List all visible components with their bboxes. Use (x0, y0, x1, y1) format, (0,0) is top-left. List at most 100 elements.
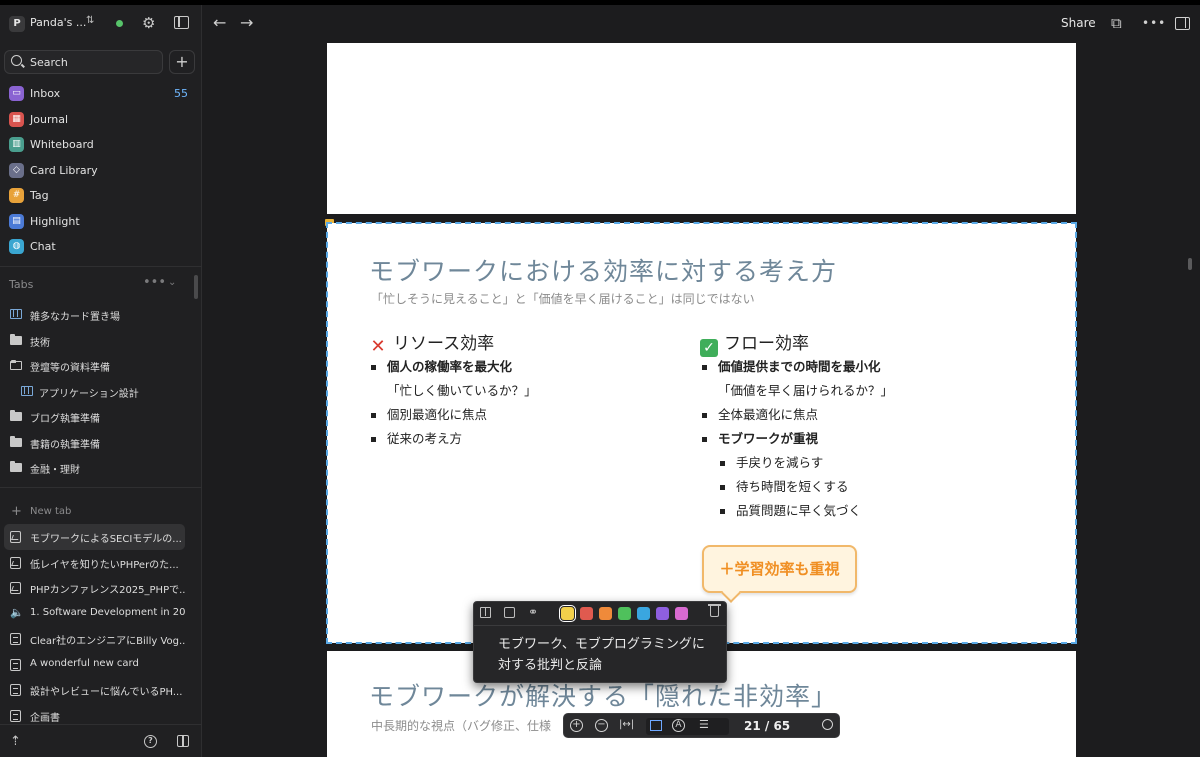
pinned-tab[interactable]: アプリケーション設計 (0, 379, 202, 405)
unread-count-badge: 55 (174, 87, 188, 100)
sidebar-item-label: Highlight (30, 214, 80, 228)
color-swatch[interactable] (599, 607, 612, 620)
pinned-tab-label: ブログ執筆準備 (30, 414, 100, 425)
canvas-scrollbar[interactable] (1188, 258, 1192, 270)
zoom-out-icon[interactable]: − (595, 719, 608, 732)
highlight-popup: ⚭ モブワーク、モブプログラミングに対する批判と反論 (473, 601, 727, 683)
workspace-switcher[interactable]: P Panda's ... ⇅ ⚙ (0, 11, 202, 37)
pinned-tab[interactable]: ブログ執筆準備 (0, 404, 202, 430)
slide-subtitle: 「忙しそうに見えること」と「価値を早く届けること」は同じではない (371, 292, 755, 306)
chat-icon: ◍ (9, 239, 24, 254)
document-icon (10, 633, 21, 645)
more-icon[interactable]: ••• (1142, 16, 1166, 30)
sidebar-scrollbar[interactable] (194, 275, 198, 299)
sidebar-item-label: Inbox (30, 87, 61, 100)
search-icon[interactable] (822, 719, 833, 730)
open-tab[interactable]: Clear社のエンジニアにBilly Vog... (4, 626, 185, 652)
forward-arrow-icon[interactable]: → (240, 13, 253, 32)
link-icon[interactable]: ⚭ (528, 605, 542, 619)
color-swatch[interactable] (656, 607, 669, 620)
slide-bullet: 価値提供までの時間を最小化 (700, 357, 1030, 381)
pinned-tab[interactable]: 登壇等の資料準備 (0, 353, 202, 379)
pdf-icon (10, 556, 21, 569)
pdf-page-current[interactable]: モブワークにおける効率に対する考え方 「忙しそうに見えること」と「価値を早く届け… (326, 222, 1077, 644)
sidebar-item-whiteboard[interactable]: ▥ Whiteboard (0, 133, 202, 159)
add-card-button[interactable]: + (169, 50, 195, 74)
column-heading: ✓ フロー効率 (700, 329, 1030, 357)
gift-icon[interactable] (177, 735, 189, 747)
whiteboard-icon: ▥ (9, 137, 24, 152)
sidebar-item-tag[interactable]: # Tag (0, 184, 202, 210)
resource-efficiency-column: ✕ リソース効率 個人の稼働率を最大化 「忙しく働いているか？」 個別最適化に焦点 従来… (369, 329, 699, 453)
page-indicator[interactable]: 21 / 65 (744, 719, 790, 733)
column-heading: ✕ リソース効率 (369, 329, 699, 357)
sync-status-dot (116, 20, 123, 27)
pdf-icon (10, 531, 21, 543)
open-tab[interactable]: PHPカンファレンス2025_PHPで... (4, 575, 185, 601)
sidebar: P Panda's ... ⇅ ⚙ Search + ▭ Inbox 55 ▦ Jour… (0, 5, 202, 757)
sidebar-item-label: Tag (30, 189, 49, 202)
color-swatch[interactable] (675, 607, 688, 620)
open-tab[interactable]: 低レイヤを知りたいPHPerのた... (4, 550, 185, 576)
open-tab-label: 企画書 (30, 712, 60, 724)
open-tab[interactable]: A wonderful new card (4, 652, 185, 678)
sidebar-item-card-library[interactable]: ◇ Card Library (0, 159, 202, 185)
color-swatch[interactable] (580, 607, 593, 620)
tabs-more-icon[interactable]: ••• (143, 275, 166, 290)
back-arrow-icon[interactable]: ← (213, 13, 226, 32)
folder-open-icon (10, 360, 22, 370)
help-icon[interactable]: ? (144, 735, 157, 748)
pinned-tab-label: 登壇等の資料準備 (30, 363, 110, 374)
sidebar-item-highlight[interactable]: ▤ Highlight (0, 210, 202, 236)
search-label: Search (30, 56, 68, 69)
slide-bullet: 待ち時間を短くする (700, 477, 1030, 501)
copy-icon[interactable]: ⧉ (1111, 14, 1122, 32)
right-panel-toggle-icon[interactable] (1175, 17, 1190, 30)
folder-icon (10, 435, 22, 447)
upload-icon[interactable]: ⇡ (10, 734, 21, 749)
sidebar-item-journal[interactable]: ▦ Journal (0, 108, 202, 134)
fit-width-icon[interactable]: |↔| (619, 719, 634, 730)
open-card-icon[interactable] (480, 607, 491, 618)
open-tab[interactable]: モブワークによるSECIモデルの... (4, 524, 185, 550)
new-tab-button[interactable]: + New tab (0, 502, 202, 522)
slide-bullet: 手戻りを減らす (700, 453, 1030, 477)
color-swatch[interactable] (637, 607, 650, 620)
chevron-down-icon[interactable]: ⌄ (168, 277, 176, 288)
pinned-tab[interactable]: 雑多なカード置き場 (0, 302, 202, 328)
new-tab-label: New tab (30, 506, 72, 517)
slide-bullet: モブワークが重視 (700, 429, 1030, 453)
annotate-icon[interactable]: A (672, 719, 685, 732)
outline-icon[interactable]: ☰ (699, 718, 709, 731)
document-icon (10, 684, 21, 696)
zoom-in-icon[interactable]: + (570, 719, 583, 732)
copy-icon[interactable] (504, 607, 515, 618)
trash-icon[interactable] (708, 604, 721, 617)
divider (0, 487, 202, 488)
folder-icon (10, 461, 22, 472)
open-tab[interactable]: 🔈 1. Software Development in 20... (4, 601, 185, 627)
area-select-icon[interactable] (650, 720, 662, 731)
top-bar: ← → Share ⧉ ••• (203, 5, 1200, 43)
sidebar-item-label: Whiteboard (30, 138, 94, 151)
sidebar-item-inbox[interactable]: ▭ Inbox 55 (0, 82, 202, 108)
pinned-tab[interactable]: 技術 (0, 328, 202, 354)
sidebar-toggle-icon[interactable] (174, 16, 189, 29)
highlight-text[interactable]: モブワーク、モブプログラミングに対する批判と反論 (498, 634, 713, 676)
slide-bullet: 個別最適化に焦点 (369, 405, 699, 429)
pinned-tab-label: 雑多なカード置き場 (30, 312, 120, 323)
pinned-tab[interactable]: 金融・理財 (0, 455, 202, 481)
open-tab-label: 設計やレビューに悩んでいるPH... (30, 687, 183, 698)
gear-icon[interactable]: ⚙ (142, 14, 155, 32)
open-tab[interactable]: 設計やレビューに悩んでいるPH... (4, 677, 185, 703)
color-swatch[interactable] (559, 605, 576, 622)
pdf-toolbar: + − |↔| A ☰ 21 / 65 (563, 713, 840, 738)
pinned-tab[interactable]: 書籍の執筆準備 (0, 430, 202, 456)
highlight-icon: ▤ (9, 213, 24, 229)
share-button[interactable]: Share (1061, 16, 1096, 30)
color-swatch[interactable] (618, 607, 631, 620)
open-tab-label: Clear社のエンジニアにBilly Vog... (30, 636, 185, 647)
search-button[interactable]: Search (4, 50, 163, 74)
sidebar-item-chat[interactable]: ◍ Chat (0, 235, 202, 261)
tag-icon: # (9, 188, 24, 203)
